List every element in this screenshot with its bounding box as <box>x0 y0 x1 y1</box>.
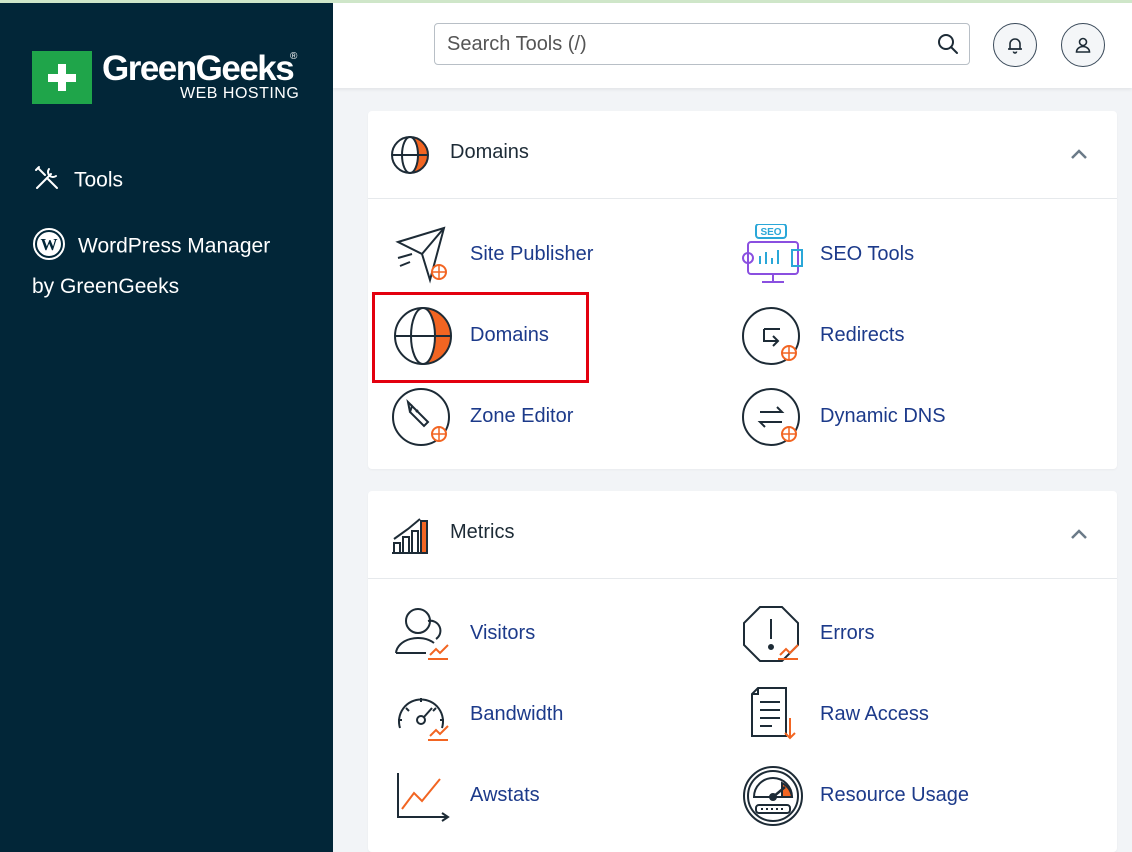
search-icon[interactable] <box>937 33 959 60</box>
registered-mark: ® <box>290 51 298 62</box>
section-title: Domains <box>450 141 529 163</box>
sidebar-item-label: WordPress Manager <box>78 234 271 258</box>
sidebar-item-wordpress-manager[interactable]: W WordPress Manager <box>32 227 270 267</box>
tools-icon <box>32 163 62 199</box>
metrics-section-header[interactable]: Metrics <box>368 491 1117 579</box>
tool-label: Errors <box>820 622 875 644</box>
metrics-section: Metrics Visitors Errors Bandwidth Raw Ac… <box>368 491 1117 852</box>
chevron-up-icon[interactable] <box>1070 147 1088 165</box>
tool-label: SEO Tools <box>820 243 915 265</box>
redirects-icon <box>742 305 804 367</box>
raw-access-icon <box>742 684 804 746</box>
sidebar: GreenGeeks ® WEB HOSTING Tools W WordPre… <box>0 3 333 852</box>
tool-label: Bandwidth <box>470 703 564 725</box>
resource-usage-icon <box>742 765 804 827</box>
globe-icon <box>390 135 430 180</box>
wordpress-icon: W <box>32 227 66 267</box>
tool-label: Dynamic DNS <box>820 405 946 427</box>
chevron-up-icon[interactable] <box>1070 527 1088 545</box>
notifications-button[interactable] <box>993 23 1037 67</box>
tool-label: Visitors <box>470 622 536 644</box>
tool-label: Awstats <box>470 784 540 806</box>
user-icon <box>1075 37 1091 53</box>
bandwidth-icon <box>392 684 454 746</box>
brand-name: GreenGeeks <box>102 49 295 88</box>
sidebar-item-tools[interactable]: Tools <box>32 163 123 199</box>
zone-editor-icon <box>392 386 454 448</box>
search-input[interactable] <box>435 24 925 64</box>
svg-text:W: W <box>41 235 58 254</box>
sidebar-item-label: Tools <box>74 168 124 192</box>
tool-label: Raw Access <box>820 703 929 725</box>
tool-label: Site Publisher <box>470 243 594 265</box>
awstats-icon <box>392 765 454 827</box>
highlight-box-domains <box>372 292 589 383</box>
plus-icon <box>32 51 92 104</box>
top-bar <box>333 3 1132 88</box>
errors-icon <box>742 603 804 665</box>
user-menu-button[interactable] <box>1061 23 1105 67</box>
site-publisher-icon <box>392 224 454 286</box>
section-title: Metrics <box>450 521 515 543</box>
svg-text:SEO: SEO <box>760 227 781 238</box>
search-box[interactable] <box>434 23 970 65</box>
domains-section-header[interactable]: Domains <box>368 111 1117 199</box>
metrics-chart-icon <box>390 515 430 560</box>
bell-icon <box>1008 38 1022 54</box>
tool-label: Resource Usage <box>820 784 969 806</box>
domains-section: Domains Site Publisher SEO SEO Tools Dom… <box>368 111 1117 469</box>
tool-label: Zone Editor <box>470 405 574 427</box>
brand-subtitle: WEB HOSTING <box>180 85 300 102</box>
seo-tools-icon: SEO <box>742 223 804 286</box>
tool-label: Redirects <box>820 324 905 346</box>
greengeeks-logo[interactable]: GreenGeeks ® WEB HOSTING <box>32 49 302 107</box>
visitors-icon <box>392 603 454 665</box>
sidebar-item-label-line2[interactable]: by GreenGeeks <box>32 275 179 299</box>
dynamic-dns-icon <box>742 386 804 448</box>
